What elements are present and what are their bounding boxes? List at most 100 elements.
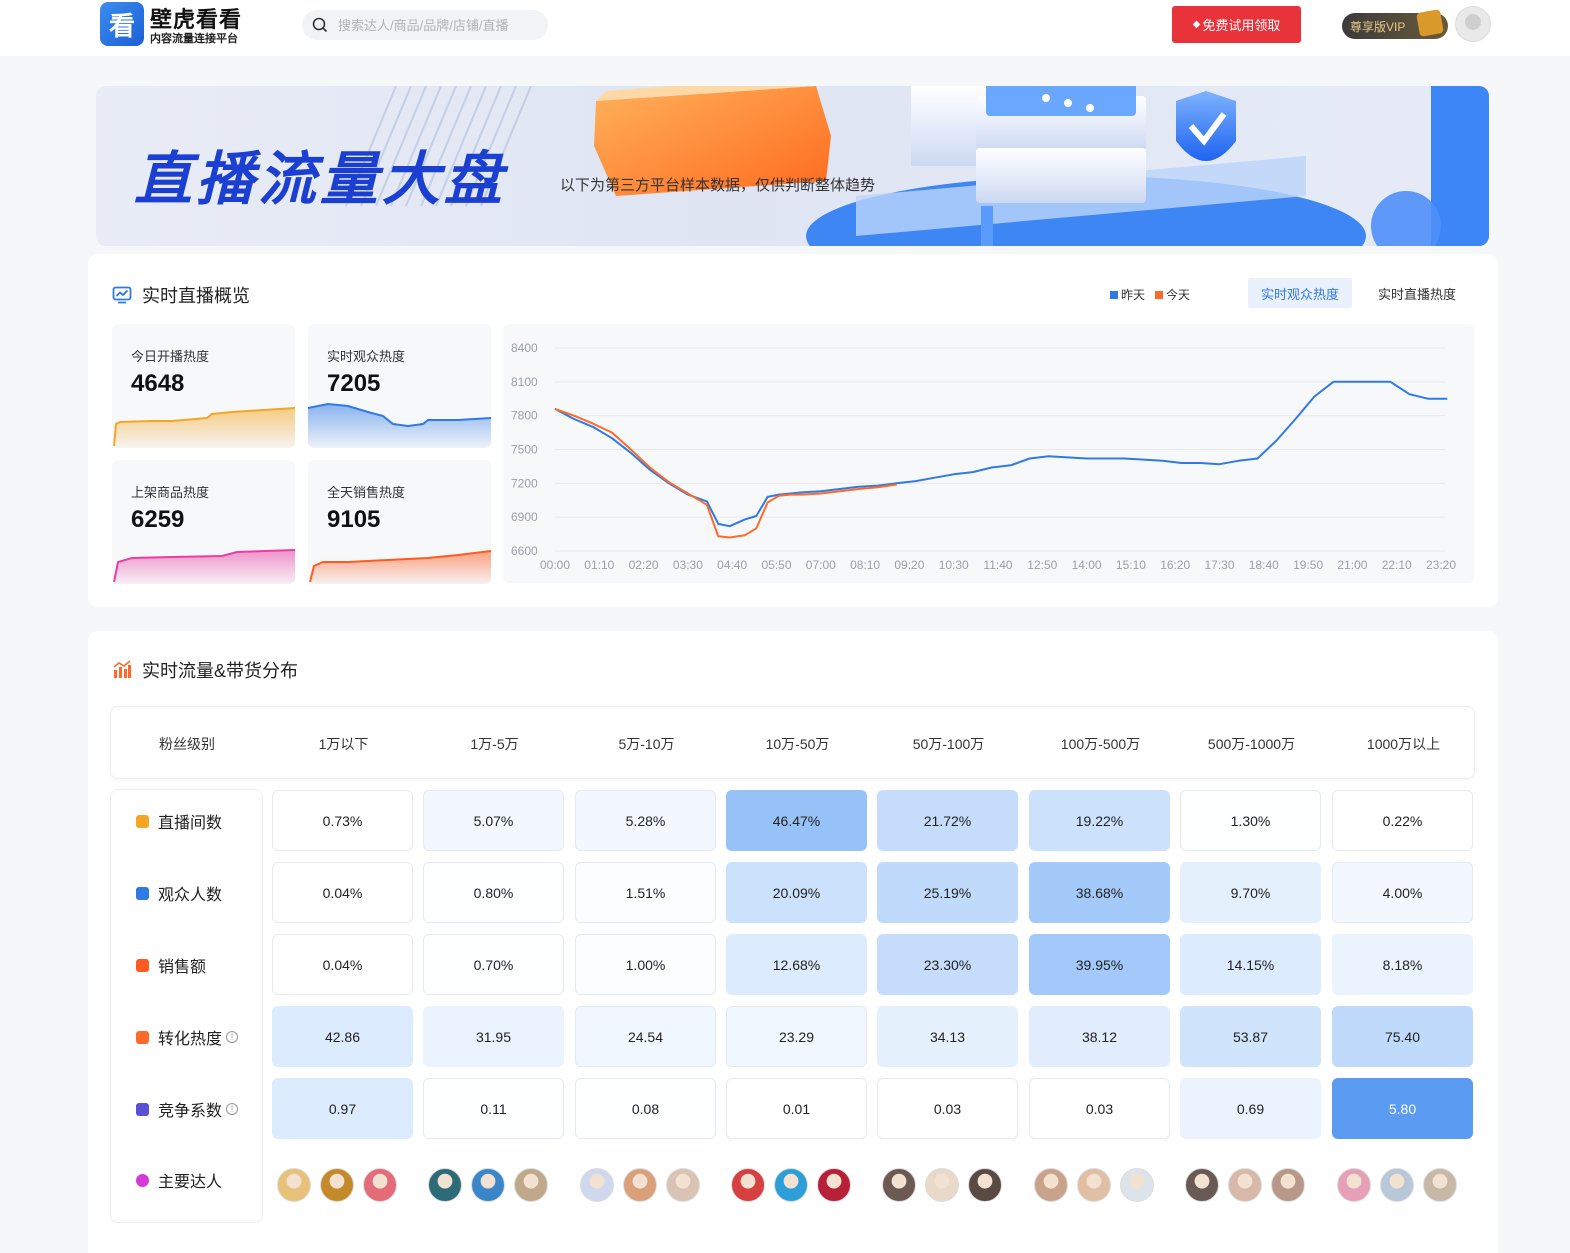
distribution-cell[interactable]: 1.51% (575, 862, 716, 923)
distribution-cell[interactable]: 5.28% (575, 790, 716, 851)
distribution-cell[interactable]: 42.86 (272, 1006, 413, 1067)
distribution-cell[interactable]: 0.80% (423, 862, 564, 923)
creator-avatar[interactable] (968, 1168, 1002, 1202)
distribution-cell[interactable]: 12.68% (726, 934, 867, 995)
distribution-cell[interactable]: 9.70% (1180, 862, 1321, 923)
y-tick-label: 6900 (511, 510, 538, 524)
creator-avatar[interactable] (882, 1168, 916, 1202)
distribution-cell[interactable]: 0.97 (272, 1078, 413, 1139)
audience-heat-chart[interactable]: 6600 6900 7200 7500 7800 8100 8400 00:00 01:10 02… (503, 324, 1474, 583)
stat-card-sales-heat[interactable]: 全天销售热度 9105 (308, 460, 491, 584)
creator-avatar[interactable] (471, 1168, 505, 1202)
creator-avatar[interactable] (666, 1168, 700, 1202)
x-tick-label: 04:40 (717, 558, 747, 572)
column-header: 5万-10万 (618, 735, 675, 752)
distribution-cell[interactable]: 0.69 (1180, 1078, 1321, 1139)
creator-avatar[interactable] (774, 1168, 808, 1202)
distribution-cell[interactable]: 0.03 (877, 1078, 1018, 1139)
creator-avatar[interactable] (1034, 1168, 1068, 1202)
info-icon[interactable]: ! (226, 1031, 239, 1043)
stat-label: 实时观众热度 (327, 349, 406, 364)
creator-avatar-group (580, 1167, 709, 1203)
creator-avatar[interactable] (277, 1168, 311, 1202)
stat-card-product-heat[interactable]: 上架商品热度 6259 (112, 460, 295, 584)
distribution-cell[interactable]: 23.30% (877, 934, 1018, 995)
creator-avatar[interactable] (623, 1168, 657, 1202)
distribution-cell[interactable]: 0.04% (272, 862, 413, 923)
distribution-cell[interactable]: 0.11 (423, 1078, 564, 1139)
series-line[interactable] (554, 407, 897, 539)
vip-badge[interactable]: 尊享版VIP (1342, 9, 1448, 39)
free-trial-button[interactable]: ◆ 免费试用领取 (1172, 6, 1301, 43)
distribution-cell[interactable]: 0.22% (1332, 790, 1473, 851)
distribution-cell[interactable]: 0.08 (575, 1078, 716, 1139)
creator-avatar[interactable] (363, 1168, 397, 1202)
info-icon[interactable]: ! (226, 1103, 239, 1115)
creator-avatar[interactable] (514, 1168, 548, 1202)
x-tick-label: 18:40 (1249, 558, 1279, 572)
distribution-cell[interactable]: 0.04% (272, 934, 413, 995)
distribution-cell[interactable]: 39.95% (1029, 934, 1170, 995)
x-tick-label: 12:50 (1027, 558, 1057, 572)
distribution-cell[interactable]: 1.00% (575, 934, 716, 995)
creator-icon (136, 1173, 149, 1187)
distribution-cell[interactable]: 14.15% (1180, 934, 1321, 995)
distribution-cell[interactable]: 20.09% (726, 862, 867, 923)
creator-avatar[interactable] (428, 1168, 462, 1202)
creator-avatar[interactable] (580, 1168, 614, 1202)
metric-label-text: 直播间数 (158, 815, 223, 832)
creator-avatar[interactable] (817, 1168, 851, 1202)
distribution-cell[interactable]: 25.19% (877, 862, 1018, 923)
stat-sparkline (309, 550, 491, 584)
creator-avatar[interactable] (1228, 1168, 1262, 1202)
tab-live-heat[interactable]: 实时直播热度 (1364, 278, 1470, 308)
distribution-cell[interactable]: 8.18% (1332, 934, 1473, 995)
distribution-cell[interactable]: 34.13 (877, 1006, 1018, 1067)
distribution-cell[interactable]: 5.80 (1332, 1078, 1473, 1139)
distribution-cell[interactable]: 31.95 (423, 1006, 564, 1067)
creator-avatar[interactable] (731, 1168, 765, 1202)
legend-swatch (1155, 290, 1164, 299)
distribution-cell[interactable]: 5.07% (423, 790, 564, 851)
distribution-cell[interactable]: 19.22% (1029, 790, 1170, 851)
stat-card-open-heat[interactable]: 今日开播热度 4648 (112, 324, 295, 448)
user-avatar[interactable] (1455, 6, 1491, 42)
live-overview-card: 实时直播概览 昨天 今天 实时观众热度 实时直播热度 今日开播热度 4648 实… (88, 254, 1498, 607)
creator-avatar[interactable] (1077, 1168, 1111, 1202)
creator-avatar[interactable] (1337, 1168, 1371, 1202)
search-input[interactable] (338, 17, 528, 33)
distribution-cell[interactable]: 53.87 (1180, 1006, 1321, 1067)
creator-avatar[interactable] (1271, 1168, 1305, 1202)
column-header: 10万-50万 (765, 735, 830, 752)
creator-avatar[interactable] (320, 1168, 354, 1202)
legend-swatch (1110, 290, 1118, 299)
creator-avatar[interactable] (1380, 1168, 1414, 1202)
stat-card-audience-heat[interactable]: 实时观众热度 7205 (308, 324, 491, 448)
distribution-cell[interactable]: 0.70% (423, 934, 564, 995)
series-line[interactable] (554, 380, 1448, 528)
search-bar[interactable] (302, 10, 548, 40)
creator-avatar[interactable] (1423, 1168, 1457, 1202)
creator-avatar[interactable] (925, 1168, 959, 1202)
x-tick-label: 01:10 (584, 558, 614, 572)
creator-avatar[interactable] (1120, 1168, 1154, 1202)
tab-audience-heat[interactable]: 实时观众热度 (1248, 278, 1352, 308)
distribution-cell[interactable]: 75.40 (1332, 1006, 1473, 1067)
legend-item-today[interactable]: 今天 (1155, 286, 1190, 303)
distribution-cell[interactable]: 0.03 (1029, 1078, 1170, 1139)
distribution-cell[interactable]: 38.68% (1029, 862, 1170, 923)
legend-item-yesterday[interactable]: 昨天 (1110, 286, 1145, 303)
distribution-cell[interactable]: 23.29 (726, 1006, 867, 1067)
logo-icon[interactable]: 看 (100, 2, 144, 46)
distribution-cell[interactable]: 1.30% (1180, 790, 1321, 851)
x-tick-label: 11:40 (983, 558, 1012, 572)
creator-avatar-group (731, 1167, 860, 1203)
distribution-cell[interactable]: 0.73% (272, 790, 413, 851)
distribution-cell[interactable]: 38.12 (1029, 1006, 1170, 1067)
distribution-cell[interactable]: 4.00% (1332, 862, 1473, 923)
distribution-cell[interactable]: 21.72% (877, 790, 1018, 851)
creator-avatar[interactable] (1185, 1168, 1219, 1202)
distribution-cell[interactable]: 0.01 (726, 1078, 867, 1139)
distribution-cell[interactable]: 24.54 (575, 1006, 716, 1067)
distribution-cell[interactable]: 46.47% (726, 790, 867, 851)
